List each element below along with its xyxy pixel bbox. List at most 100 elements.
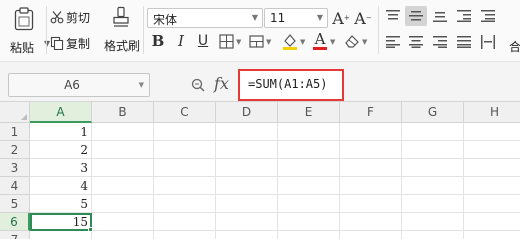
- cell-a7[interactable]: [30, 231, 92, 239]
- cell-e1[interactable]: [278, 123, 340, 141]
- column-header-f[interactable]: F: [340, 102, 402, 123]
- chevron-down-icon[interactable]: ▼: [236, 38, 241, 46]
- cell-h2[interactable]: [464, 141, 520, 159]
- align-bottom-icon[interactable]: [433, 10, 447, 22]
- cell-f3[interactable]: [340, 159, 402, 177]
- cell-e5[interactable]: [278, 195, 340, 213]
- cell-a1[interactable]: 1: [30, 123, 92, 141]
- cell-b3[interactable]: [92, 159, 154, 177]
- merge-button-label[interactable]: 合: [509, 38, 520, 55]
- font-name-select[interactable]: 宋体 ▼: [147, 8, 263, 28]
- cell-style-icon[interactable]: [249, 34, 264, 49]
- cell-b5[interactable]: [92, 195, 154, 213]
- format-painter-button[interactable]: 格式刷: [101, 6, 141, 54]
- cell-a4[interactable]: 4: [30, 177, 92, 195]
- cell-b6[interactable]: [92, 213, 154, 231]
- active-cell-a6[interactable]: 15: [30, 213, 92, 231]
- align-top-icon[interactable]: [386, 10, 400, 22]
- cell-e7[interactable]: [278, 231, 340, 239]
- cell-c1[interactable]: [154, 123, 216, 141]
- cell-d7[interactable]: [216, 231, 278, 239]
- formula-input[interactable]: =SUM(A1:A5): [238, 69, 344, 101]
- cell-f1[interactable]: [340, 123, 402, 141]
- cell-g1[interactable]: [402, 123, 464, 141]
- cell-f4[interactable]: [340, 177, 402, 195]
- justify-icon[interactable]: [457, 36, 471, 48]
- align-center-icon[interactable]: [409, 36, 423, 48]
- italic-icon[interactable]: I: [173, 31, 189, 51]
- cell-b1[interactable]: [92, 123, 154, 141]
- indent-increase-icon[interactable]: [481, 10, 495, 22]
- align-left-icon[interactable]: [386, 36, 400, 48]
- paste-button[interactable]: 粘贴 ▼: [6, 5, 50, 57]
- row-header-1[interactable]: 1: [0, 123, 30, 141]
- cell-h3[interactable]: [464, 159, 520, 177]
- cell-b2[interactable]: [92, 141, 154, 159]
- chevron-down-icon[interactable]: ▼: [139, 81, 144, 89]
- cell-f7[interactable]: [340, 231, 402, 239]
- shrink-font-icon[interactable]: A −: [354, 8, 371, 28]
- cell-a3[interactable]: 3: [30, 159, 92, 177]
- chevron-down-icon[interactable]: ▼: [266, 38, 271, 46]
- cell-h7[interactable]: [464, 231, 520, 239]
- column-header-c[interactable]: C: [154, 102, 216, 123]
- chevron-down-icon[interactable]: ▼: [330, 38, 335, 46]
- column-header-g[interactable]: G: [402, 102, 464, 123]
- align-middle-button[interactable]: [405, 6, 427, 26]
- chevron-down-icon[interactable]: ▼: [362, 38, 367, 46]
- row-header-6[interactable]: 6: [0, 213, 30, 231]
- cell-c2[interactable]: [154, 141, 216, 159]
- cell-h6[interactable]: [464, 213, 520, 231]
- eraser-icon[interactable]: [344, 34, 360, 48]
- cell-e3[interactable]: [278, 159, 340, 177]
- cell-d1[interactable]: [216, 123, 278, 141]
- chevron-down-icon[interactable]: ▼: [300, 38, 305, 46]
- cell-e6[interactable]: [278, 213, 340, 231]
- cell-g7[interactable]: [402, 231, 464, 239]
- cell-a5[interactable]: 5: [30, 195, 92, 213]
- cell-b4[interactable]: [92, 177, 154, 195]
- copy-button[interactable]: 复制: [50, 35, 90, 51]
- column-header-a[interactable]: A: [30, 102, 92, 123]
- cell-c7[interactable]: [154, 231, 216, 239]
- cell-a2[interactable]: 2: [30, 141, 92, 159]
- cell-f5[interactable]: [340, 195, 402, 213]
- cell-g4[interactable]: [402, 177, 464, 195]
- distribute-icon[interactable]: [481, 35, 495, 49]
- column-header-e[interactable]: E: [278, 102, 340, 123]
- align-right-icon[interactable]: [433, 36, 447, 48]
- grow-font-icon[interactable]: A +: [332, 8, 349, 28]
- cell-e4[interactable]: [278, 177, 340, 195]
- cell-d5[interactable]: [216, 195, 278, 213]
- cut-button[interactable]: 剪切: [50, 9, 90, 25]
- cell-c4[interactable]: [154, 177, 216, 195]
- row-header-5[interactable]: 5: [0, 195, 30, 213]
- row-header-4[interactable]: 4: [0, 177, 30, 195]
- column-header-h[interactable]: H: [464, 102, 520, 123]
- column-header-d[interactable]: D: [216, 102, 278, 123]
- fill-handle[interactable]: [88, 227, 93, 232]
- cell-f2[interactable]: [340, 141, 402, 159]
- row-header-7[interactable]: 7: [0, 231, 30, 239]
- row-header-3[interactable]: 3: [0, 159, 30, 177]
- fill-color-icon[interactable]: [282, 32, 298, 51]
- borders-icon[interactable]: [219, 34, 234, 49]
- cell-h1[interactable]: [464, 123, 520, 141]
- cell-e2[interactable]: [278, 141, 340, 159]
- cell-h5[interactable]: [464, 195, 520, 213]
- cell-d2[interactable]: [216, 141, 278, 159]
- fx-icon[interactable]: fx: [214, 74, 229, 93]
- cell-g6[interactable]: [402, 213, 464, 231]
- bold-icon[interactable]: B: [150, 31, 166, 51]
- cell-g3[interactable]: [402, 159, 464, 177]
- cell-g2[interactable]: [402, 141, 464, 159]
- select-all-corner[interactable]: [0, 102, 30, 123]
- row-header-2[interactable]: 2: [0, 141, 30, 159]
- cell-c6[interactable]: [154, 213, 216, 231]
- indent-decrease-icon[interactable]: [457, 10, 471, 22]
- font-color-icon[interactable]: A: [313, 31, 327, 51]
- font-size-select[interactable]: 11 ▼: [264, 8, 328, 28]
- cell-f6[interactable]: [340, 213, 402, 231]
- underline-icon[interactable]: U: [195, 31, 211, 51]
- column-header-b[interactable]: B: [92, 102, 154, 123]
